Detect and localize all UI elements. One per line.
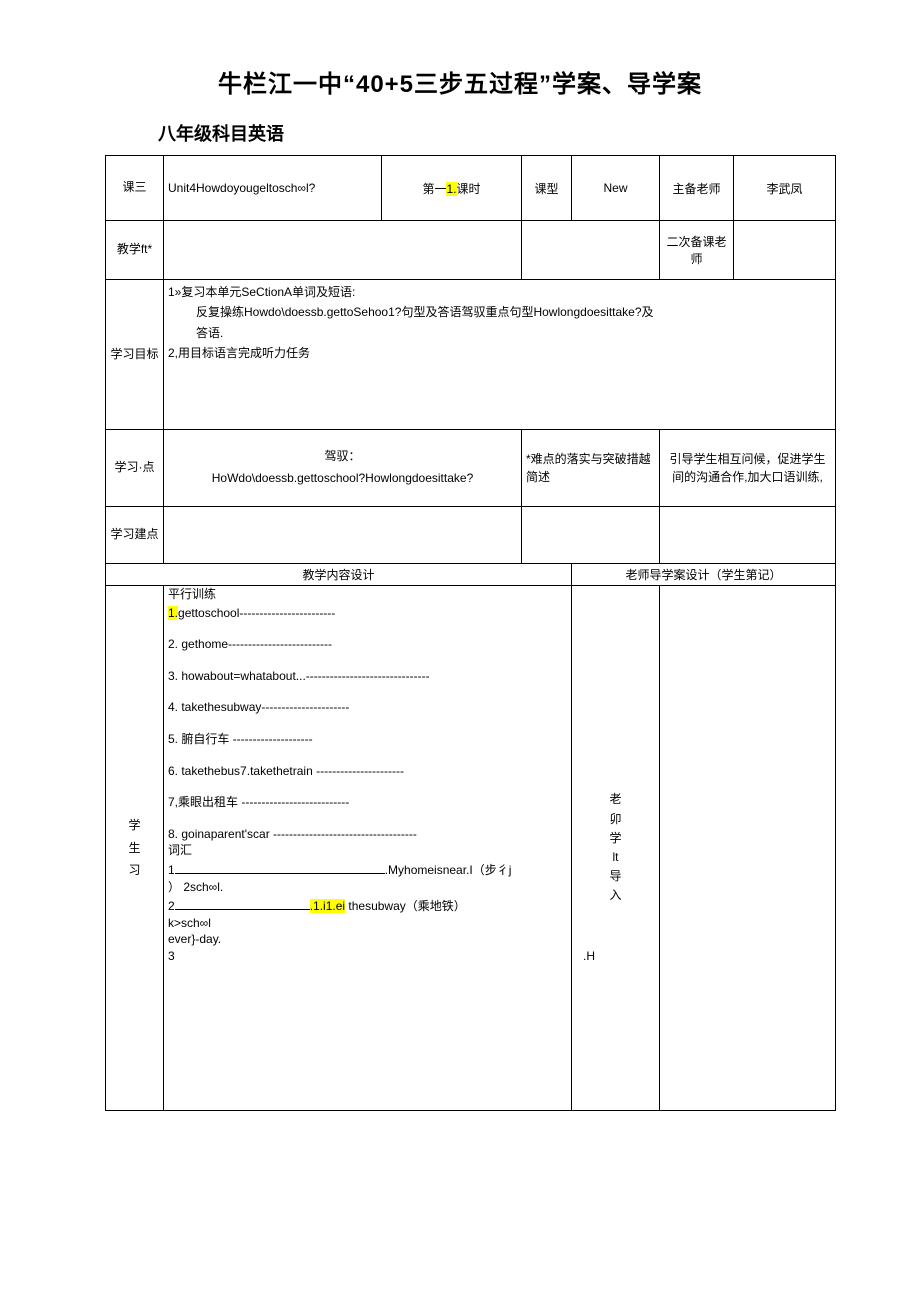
page-subtitle: 八年级科目英语 [158,124,284,144]
cell-student-label: 学生习 [105,585,164,1111]
cell-difficulty-label: *难点的落实与突破措越简述 [521,429,660,507]
cell-keypoints-content: 驾驭： HoWdo\doessb.gettoschool?Howlongdoes… [163,429,522,507]
item-8-text: goinaparent'scar -----------------------… [178,826,417,841]
cell-keypoints-label: 学习·点 [105,429,164,507]
cell-teaching-label: 教学ft* [105,220,164,280]
cell-period: 第一1.课时 [381,155,522,221]
item-4-text: takethesubway---------------------- [178,700,350,715]
keypoint-line-2: HoWdo\doessb.gettoschool?Howlongdoesitta… [211,471,474,485]
period-suffix: 课时 [456,181,481,196]
table-row-objectives: 学习目标 1»复习本单元SeCtionA单词及短语: 反复操练Howdo\doe… [105,279,836,430]
table-row-content-header: 教学内容设计 老师导学案设计（学生第记） [105,563,836,586]
keypoint-line-1: 驾驭： [324,449,361,464]
list-item-6: 6. takethebus7.takethetrain ------------… [168,763,567,778]
cell-second-prep-label: 二次备课老师 [659,220,734,280]
item-6-num: 6. [168,763,179,778]
vocab-1-num: 1 [168,862,175,877]
item-5-text: 腑自行车 -------------------- [178,731,313,746]
cell-type-label: 课型 [521,155,572,221]
list-item-7: 7,乘眼出租车 --------------------------- [168,796,567,809]
vocab-item-2-line3: ever}-day. [168,932,222,947]
cell-objectives-content: 1»复习本单元SeCtionA单词及短语: 反复操练Howdo\doessb.g… [163,279,836,430]
cell-type-value: New [571,155,660,221]
list-item-3: 3. howabout=whatabout...----------------… [168,668,567,683]
vocab-2-blank[interactable] [174,897,310,911]
list-item-4: 4. takethesubway---------------------- [168,701,567,714]
vocab-item-2-line2: k>sch∞l [168,915,211,930]
list-item-8: 8. goinaparent'scar --------------------… [168,826,567,841]
cell-teacher-notes-label: 老卯学lt导入 [571,585,660,1111]
objective-line-1: 1»复习本单元SeCtionA单词及短语: [168,285,356,299]
item-1-num: 1. [168,605,179,620]
item-3-num: 3. [168,668,179,683]
item-8-num: 8. [168,826,179,841]
vocab-2-hl: .1.i1.ei [309,899,346,914]
item-7-num: 7, [168,795,179,810]
vocab-2-num: 2 [168,899,175,914]
item-2-num: 2. [168,637,179,652]
vocab-1-blank[interactable] [174,861,385,874]
cell-suggestion-value [163,506,522,564]
list-item-5: 5. 腑自行车 -------------------- [168,733,567,746]
cell-teacher-design-header: 老师导学案设计（学生第记） [571,563,836,586]
table-row-keypoints: 学习·点 驾驭： HoWdo\doessb.gettoschool?Howlon… [105,429,836,507]
objective-line-3: 答语. [196,325,224,340]
objective-line-4: 2,用目标语言完成听力任务 [168,346,311,361]
cell-lesson-topic: Unit4Howdoyougeltosch∞l? [163,155,382,221]
vocab-heading: 词汇 [168,843,193,858]
vocab-item-3: 3 .H [168,948,595,963]
period-prefix: 第一 [422,181,447,196]
cell-teaching-value [163,220,522,280]
objective-line-2: 反复操练Howdo\doessb.gettoSehoo1?句型及答语驾驭重点句型… [196,305,654,320]
cell-teaching-value2 [521,220,660,280]
table-row-suggestion: 学习建点 [105,506,836,564]
table-row-body: 学生习 平行训练 1.gettoschool------------------… [105,585,836,1111]
cell-lesson-label: 课三 [105,155,164,221]
cell-teacher-notes[interactable] [659,585,836,1111]
cell-difficulty-value: 引导学生相互问候，促进学生间的沟通合作,加大口语训练, [659,429,836,507]
cell-practice-content: 平行训练 1.gettoschool----------------------… [163,585,595,1111]
cell-suggestion-label: 学习建点 [105,506,164,564]
vocab-item-1-line2: ） 2sch∞l. [168,879,224,894]
cell-second-prep-value [733,220,836,280]
list-item-1: 1.gettoschool------------------------ [168,605,567,620]
cell-suggestion-value3 [659,506,836,564]
vocab-2-text: thesubway（乘地铁） [345,899,466,914]
item-3-text: howabout=whatabout...-------------------… [178,668,430,683]
list-item-2: 2. gethome-------------------------- [168,638,567,651]
item-6-text: takethebus7.takethetrain ---------------… [178,763,405,778]
cell-prepared-label: 主备老师 [659,155,734,221]
vocab-item-2: 2 .1.i1.ei thesubway（乘地铁） [168,897,567,914]
lesson-plan-table: 课三 Unit4Howdoyougeltosch∞l? 第一1.课时 课型 Ne… [105,155,836,1111]
cell-prepared-value: 李武凤 [733,155,836,221]
cell-suggestion-value2 [521,506,660,564]
teaching-label-text: 教学ft* [116,242,153,257]
item-4-num: 4. [168,700,179,715]
item-7-text: 乘眼出租车 --------------------------- [178,795,350,810]
document-page: 牛栏江一中“40+5三步五过程”学案、导学案 八年级科目英语 课三 Unit4H… [0,0,920,1301]
vocab-3-num: 3 [168,948,175,963]
teacher-label-text: 老卯学lt导入 [609,792,622,903]
item-1-text: gettoschool------------------------ [178,605,336,620]
practice-heading: 平行训练 [168,587,217,601]
cell-objectives-label: 学习目标 [105,279,164,430]
table-row-teaching: 教学ft* 二次备课老师 [105,220,836,280]
vocab-item-1: 1 .Myhomeisnear.I（步彳j [168,861,567,877]
table-row-topic: 课三 Unit4Howdoyougeltosch∞l? 第一1.课时 课型 Ne… [105,155,836,221]
page-title: 牛栏江一中“40+5三步五过程”学案、导学案 [217,71,703,98]
vocab-1-text: .Myhomeisnear.I（步彳j [384,862,512,877]
period-number: 1. [446,181,457,196]
item-2-text: gethome-------------------------- [178,637,332,652]
cell-content-design-header: 教学内容设计 [105,563,572,586]
student-label-text: 学生习 [128,817,141,878]
vocab-3-tail: .H [583,948,595,963]
item-5-num: 5. [168,731,179,746]
